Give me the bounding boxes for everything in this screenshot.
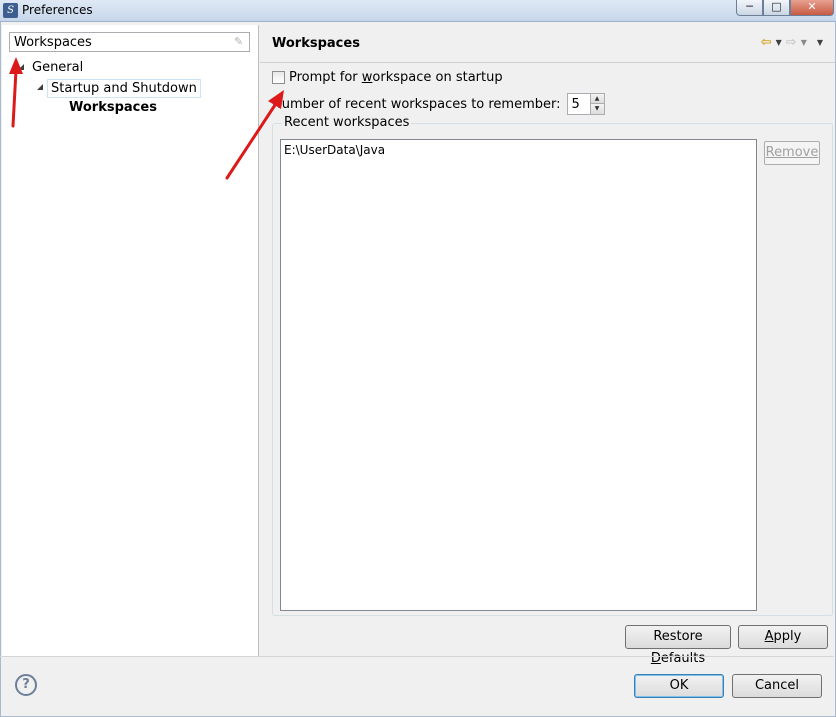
annotation-arrow-checkbox	[225, 90, 284, 180]
annotation-arrow-filter	[9, 57, 23, 128]
annotation-arrows	[9, 57, 284, 180]
